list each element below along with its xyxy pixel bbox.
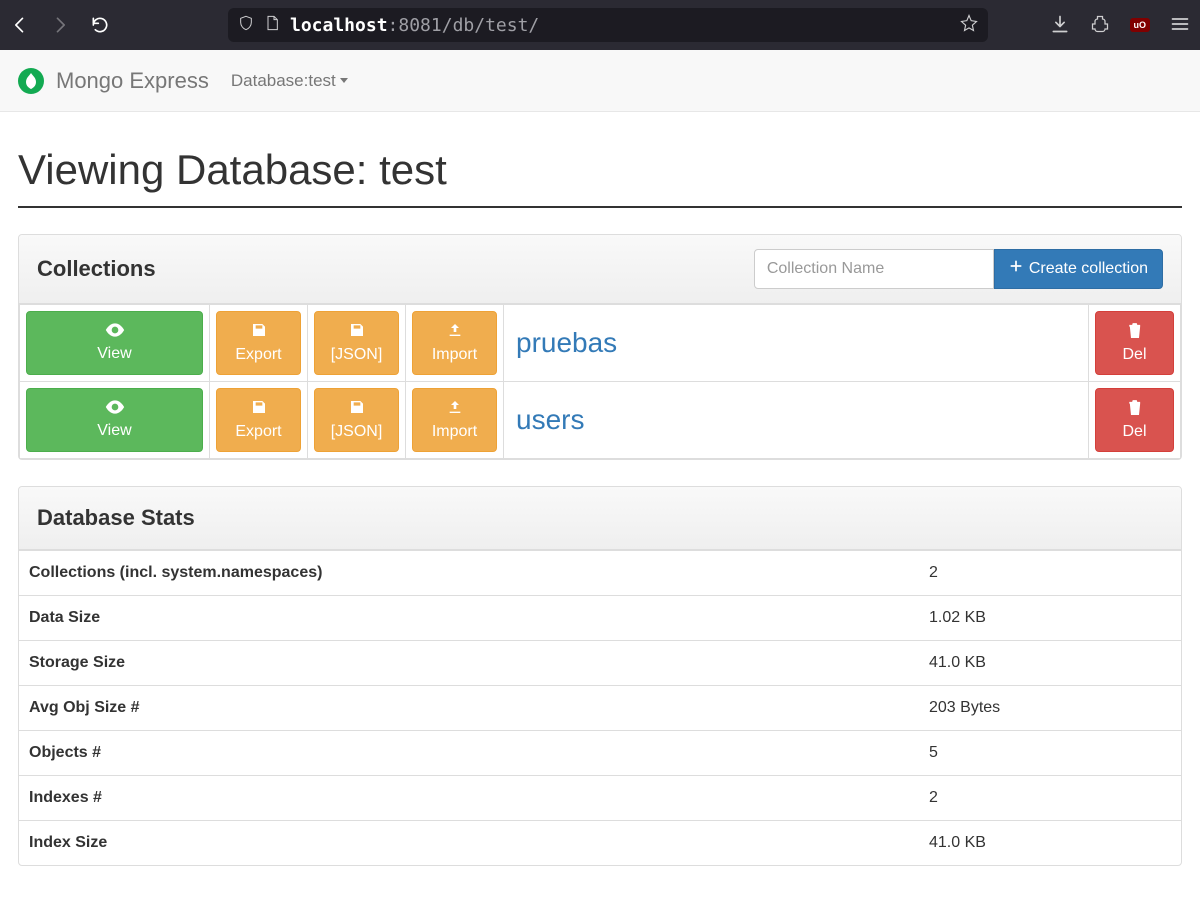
caret-down-icon — [340, 78, 348, 83]
stat-value: 2 — [919, 551, 1181, 596]
stat-label: Objects # — [19, 731, 919, 776]
stat-value: 41.0 KB — [919, 821, 1181, 866]
table-row: ViewExport[JSON]Import users Del — [20, 382, 1181, 459]
bookmark-star-icon[interactable] — [960, 14, 978, 37]
table-row: Index Size41.0 KB — [19, 821, 1181, 866]
table-row: ViewExport[JSON]Import pruebas Del — [20, 305, 1181, 382]
view-button[interactable]: View — [26, 388, 203, 452]
reload-icon[interactable] — [90, 15, 110, 35]
database-dropdown[interactable]: Database: test — [231, 71, 348, 91]
mongo-leaf-icon — [18, 68, 44, 94]
browser-toolbar: localhost:8081/db/test/ uO — [0, 0, 1200, 50]
collections-heading: Collections — [37, 256, 156, 282]
stat-value: 1.02 KB — [919, 596, 1181, 641]
forward-icon[interactable] — [50, 15, 70, 35]
create-collection-button[interactable]: Create collection — [994, 249, 1163, 289]
table-row: Objects #5 — [19, 731, 1181, 776]
stat-value: 203 Bytes — [919, 686, 1181, 731]
stat-label: Indexes # — [19, 776, 919, 821]
stat-value: 2 — [919, 776, 1181, 821]
view-button[interactable]: View — [26, 311, 203, 375]
stat-value: 41.0 KB — [919, 641, 1181, 686]
eye-icon — [105, 400, 125, 419]
url-host: localhost — [290, 15, 388, 36]
stat-label: Index Size — [19, 821, 919, 866]
stats-panel: Database Stats Collections (incl. system… — [18, 486, 1182, 866]
export-button[interactable]: Export — [216, 311, 301, 375]
import-button[interactable]: Import — [412, 388, 497, 452]
save-icon — [349, 399, 365, 420]
table-row: Avg Obj Size #203 Bytes — [19, 686, 1181, 731]
stat-label: Collections (incl. system.namespaces) — [19, 551, 919, 596]
export-json-button[interactable]: [JSON] — [314, 388, 399, 452]
app-navbar: Mongo Express Database: test — [0, 50, 1200, 112]
stat-label: Storage Size — [19, 641, 919, 686]
downloads-icon[interactable] — [1050, 14, 1070, 37]
ublock-icon[interactable]: uO — [1130, 18, 1151, 32]
url-bar[interactable]: localhost:8081/db/test/ — [228, 8, 988, 42]
collections-panel: Collections Create collection ViewExport… — [18, 234, 1182, 460]
brand-text: Mongo Express — [56, 68, 209, 94]
back-icon[interactable] — [10, 15, 30, 35]
menu-icon[interactable] — [1170, 14, 1190, 37]
export-json-button[interactable]: [JSON] — [314, 311, 399, 375]
delete-button[interactable]: Del — [1095, 388, 1174, 452]
delete-button[interactable]: Del — [1095, 311, 1174, 375]
page-icon — [264, 15, 280, 36]
upload-icon — [447, 399, 463, 420]
eye-icon — [105, 323, 125, 342]
table-row: Collections (incl. system.namespaces)2 — [19, 551, 1181, 596]
export-button[interactable]: Export — [216, 388, 301, 452]
save-icon — [349, 322, 365, 343]
trash-icon — [1128, 399, 1142, 420]
table-row: Indexes #2 — [19, 776, 1181, 821]
collection-link[interactable]: pruebas — [510, 327, 617, 358]
import-button[interactable]: Import — [412, 311, 497, 375]
trash-icon — [1128, 322, 1142, 343]
upload-icon — [447, 322, 463, 343]
shield-icon — [238, 15, 254, 36]
brand-link[interactable]: Mongo Express — [18, 68, 209, 94]
stats-heading: Database Stats — [37, 505, 195, 531]
collection-link[interactable]: users — [510, 404, 584, 435]
extensions-icon[interactable] — [1090, 14, 1110, 37]
save-icon — [251, 399, 267, 420]
save-icon — [251, 322, 267, 343]
collection-name-input[interactable] — [754, 249, 994, 289]
stat-label: Data Size — [19, 596, 919, 641]
url-path: :8081/db/test/ — [388, 15, 540, 36]
plus-icon — [1009, 259, 1023, 278]
table-row: Data Size1.02 KB — [19, 596, 1181, 641]
stat-label: Avg Obj Size # — [19, 686, 919, 731]
page-title: Viewing Database: test — [18, 146, 1182, 208]
table-row: Storage Size41.0 KB — [19, 641, 1181, 686]
stat-value: 5 — [919, 731, 1181, 776]
